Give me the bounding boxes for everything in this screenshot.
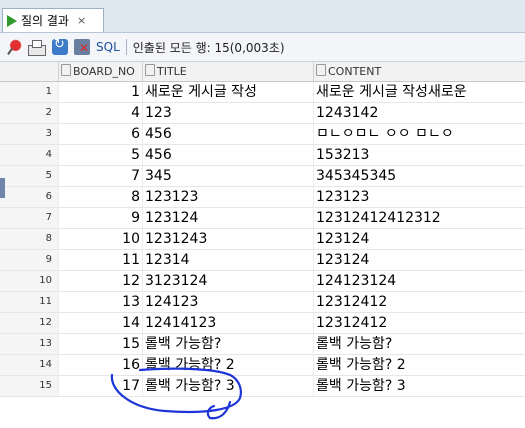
- row-number[interactable]: 1: [0, 82, 58, 102]
- cell-board-no[interactable]: 16: [58, 355, 142, 375]
- column-header-board-no[interactable]: BOARD_NO: [58, 62, 142, 81]
- cell-content[interactable]: 12312412: [313, 313, 525, 333]
- table-row[interactable]: 5 7 345 345345345: [0, 166, 525, 187]
- cell-content[interactable]: ㅁㄴㅇㅁㄴ ㅇㅇ ㅁㄴㅇ: [313, 124, 525, 144]
- column-sort-icon: [145, 64, 155, 76]
- cell-title[interactable]: 345: [142, 166, 313, 186]
- cell-title[interactable]: 롤백 가능함?: [142, 334, 313, 354]
- table-row[interactable]: 15 17 롤백 가능함? 3 롤백 가능함? 3: [0, 376, 525, 397]
- toolbar-divider: [125, 39, 127, 55]
- cell-board-no[interactable]: 10: [58, 229, 142, 249]
- row-number[interactable]: 10: [0, 271, 58, 291]
- cell-title[interactable]: 롤백 가능함? 2: [142, 355, 313, 375]
- cell-board-no[interactable]: 1: [58, 82, 142, 102]
- cell-board-no[interactable]: 7: [58, 166, 142, 186]
- cell-title[interactable]: 456: [142, 124, 313, 144]
- row-number[interactable]: 13: [0, 334, 58, 354]
- row-number[interactable]: 14: [0, 355, 58, 375]
- cell-title[interactable]: 3123124: [142, 271, 313, 291]
- refresh-icon[interactable]: [52, 37, 68, 55]
- table-row[interactable]: 8 10 1231243 123124: [0, 229, 525, 250]
- cell-content[interactable]: 153213: [313, 145, 525, 165]
- row-number-header: [0, 62, 58, 81]
- table-row[interactable]: 13 15 롤백 가능함? 롤백 가능함?: [0, 334, 525, 355]
- cell-title[interactable]: 123123: [142, 187, 313, 207]
- result-grid: BOARD_NO TITLE CONTENT 1 1 새로운 게시글 작성 새로운 게…: [0, 62, 525, 397]
- cell-content[interactable]: 12312412412312: [313, 208, 525, 228]
- cell-content[interactable]: 새로운 게시글 작성새로운: [313, 82, 525, 102]
- cell-board-no[interactable]: 13: [58, 292, 142, 312]
- result-toolbar: SQL 인출된 모든 행: 15(0,003초): [0, 33, 525, 62]
- cell-content[interactable]: 롤백 가능함? 3: [313, 376, 525, 396]
- table-row[interactable]: 14 16 롤백 가능함? 2 롤백 가능함? 2: [0, 355, 525, 376]
- cell-content[interactable]: 123124: [313, 250, 525, 270]
- cell-board-no[interactable]: 5: [58, 145, 142, 165]
- row-number[interactable]: 9: [0, 250, 58, 270]
- cell-content[interactable]: 1243142: [313, 103, 525, 123]
- cell-content[interactable]: 12312412: [313, 292, 525, 312]
- cell-title[interactable]: 새로운 게시글 작성: [142, 82, 313, 102]
- column-header-content[interactable]: CONTENT: [313, 62, 525, 81]
- grid-header: BOARD_NO TITLE CONTENT: [0, 62, 525, 82]
- cell-title[interactable]: 12414123: [142, 313, 313, 333]
- row-number[interactable]: 8: [0, 229, 58, 249]
- table-row[interactable]: 7 9 123124 12312412412312: [0, 208, 525, 229]
- row-number[interactable]: 2: [0, 103, 58, 123]
- tab-label: 질의 결과: [21, 14, 69, 28]
- column-sort-icon: [316, 64, 326, 76]
- row-number[interactable]: 4: [0, 145, 58, 165]
- row-number[interactable]: 5: [0, 166, 58, 186]
- cell-content[interactable]: 345345345: [313, 166, 525, 186]
- splitter-handle[interactable]: [0, 178, 5, 198]
- row-number[interactable]: 15: [0, 376, 58, 396]
- table-row[interactable]: 6 8 123123 123123: [0, 187, 525, 208]
- row-number[interactable]: 7: [0, 208, 58, 228]
- column-header-title[interactable]: TITLE: [142, 62, 313, 81]
- cell-board-no[interactable]: 17: [58, 376, 142, 396]
- grid-body: 1 1 새로운 게시글 작성 새로운 게시글 작성새로운 2 4 123 1243142 3 6 4…: [0, 82, 525, 397]
- cell-content[interactable]: 123123: [313, 187, 525, 207]
- row-number[interactable]: 11: [0, 292, 58, 312]
- row-number[interactable]: 3: [0, 124, 58, 144]
- cell-board-no[interactable]: 6: [58, 124, 142, 144]
- cell-content[interactable]: 롤백 가능함? 2: [313, 355, 525, 375]
- pin-icon[interactable]: [6, 39, 22, 55]
- table-row[interactable]: 11 13 124123 12312412: [0, 292, 525, 313]
- cell-content[interactable]: 124123124: [313, 271, 525, 291]
- print-icon[interactable]: [28, 39, 46, 56]
- result-tab-bar: 질의 결과 ×: [0, 6, 525, 33]
- table-row[interactable]: 10 12 3123124 124123124: [0, 271, 525, 292]
- cell-content[interactable]: 롤백 가능함?: [313, 334, 525, 354]
- cell-board-no[interactable]: 11: [58, 250, 142, 270]
- table-row[interactable]: 4 5 456 153213: [0, 145, 525, 166]
- row-number[interactable]: 6: [0, 187, 58, 207]
- cell-title[interactable]: 123124: [142, 208, 313, 228]
- cell-title[interactable]: 124123: [142, 292, 313, 312]
- table-row[interactable]: 12 14 12414123 12312412: [0, 313, 525, 334]
- cell-board-no[interactable]: 4: [58, 103, 142, 123]
- cell-content[interactable]: 123124: [313, 229, 525, 249]
- tab-query-result[interactable]: 질의 결과 ×: [2, 8, 104, 32]
- tab-close-button[interactable]: ×: [77, 14, 86, 27]
- cell-board-no[interactable]: 15: [58, 334, 142, 354]
- cell-board-no[interactable]: 14: [58, 313, 142, 333]
- cell-board-no[interactable]: 12: [58, 271, 142, 291]
- table-row[interactable]: 2 4 123 1243142: [0, 103, 525, 124]
- sql-button[interactable]: SQL: [96, 40, 120, 54]
- cell-board-no[interactable]: 8: [58, 187, 142, 207]
- row-number[interactable]: 12: [0, 313, 58, 333]
- cell-title[interactable]: 12314: [142, 250, 313, 270]
- table-row[interactable]: 9 11 12314 123124: [0, 250, 525, 271]
- cancel-query-icon[interactable]: [74, 39, 90, 55]
- table-row[interactable]: 1 1 새로운 게시글 작성 새로운 게시글 작성새로운: [0, 82, 525, 103]
- table-row[interactable]: 3 6 456 ㅁㄴㅇㅁㄴ ㅇㅇ ㅁㄴㅇ: [0, 124, 525, 145]
- cell-board-no[interactable]: 9: [58, 208, 142, 228]
- fetch-info: 인출된 모든 행: 15(0,003초): [132, 40, 285, 55]
- cell-title[interactable]: 123: [142, 103, 313, 123]
- run-icon: [7, 14, 17, 27]
- cell-title[interactable]: 1231243: [142, 229, 313, 249]
- cell-title[interactable]: 롤백 가능함? 3: [142, 376, 313, 396]
- column-sort-icon: [61, 64, 71, 76]
- cell-title[interactable]: 456: [142, 145, 313, 165]
